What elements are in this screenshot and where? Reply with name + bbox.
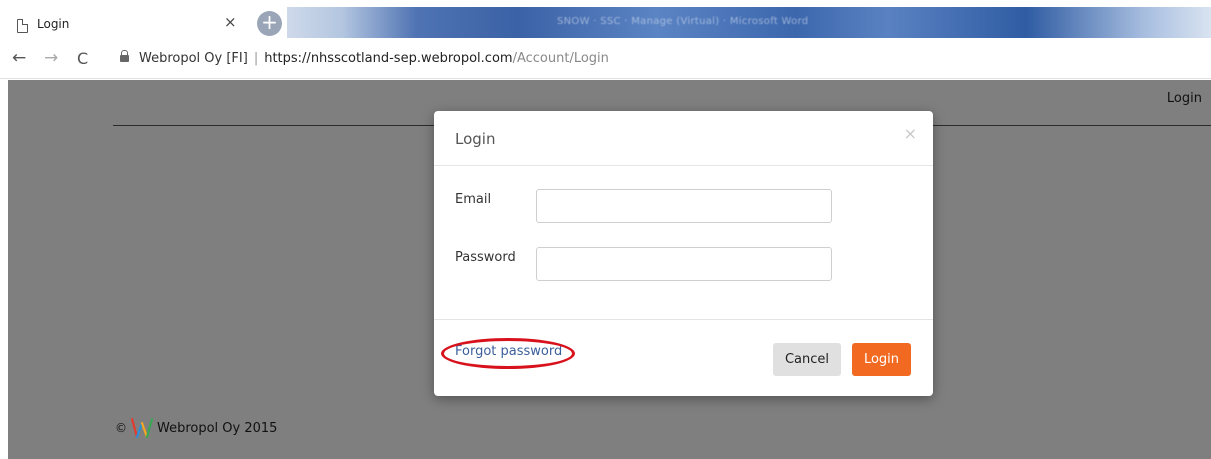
email-label: Email <box>455 192 492 207</box>
address-bar-url[interactable]: Webropol Oy [FI] | https://nhsscotland-sep… <box>139 51 609 66</box>
window-strip-text: SNOW · SSC · Manage (Virtual) · Microsof… <box>557 16 809 27</box>
password-row: Password <box>455 247 915 281</box>
tab-strip: Login × + SNOW · SSC · Manage (Virtual) … <box>0 0 1211 41</box>
lock-icon[interactable] <box>120 50 129 62</box>
url-separator: | <box>253 51 259 66</box>
modal-title: Login <box>455 130 496 148</box>
forgot-password-link[interactable]: Forgot password <box>455 344 562 359</box>
password-label: Password <box>455 250 516 265</box>
tab-title: Login <box>37 17 70 31</box>
url-path: /Account/Login <box>512 51 609 66</box>
forward-arrow-icon[interactable]: → <box>44 50 58 67</box>
login-modal: Login × Email Password Forgot password C… <box>434 111 933 396</box>
cancel-button[interactable]: Cancel <box>773 343 841 376</box>
reload-icon[interactable]: C <box>77 51 88 67</box>
url-host: https://nhsscotland-sep.webropol.com <box>264 51 513 66</box>
page-icon <box>17 19 28 33</box>
webropol-logo-icon <box>130 417 154 439</box>
password-field[interactable] <box>536 247 832 281</box>
login-button[interactable]: Login <box>852 343 911 376</box>
browser-toolbar: ← → C Webropol Oy [FI] | https://nhsscotla… <box>0 41 1211 79</box>
page-footer: © Webropol Oy 2015 <box>115 417 277 439</box>
close-tab-icon[interactable]: × <box>224 15 237 30</box>
footer-text: Webropol Oy 2015 <box>157 420 278 436</box>
background-window-strip: SNOW · SSC · Manage (Virtual) · Microsof… <box>287 7 1211 38</box>
modal-footer: Forgot password Cancel Login <box>434 319 933 396</box>
browser-tab-login[interactable]: Login × <box>0 6 250 41</box>
modal-header: Login × <box>434 111 933 166</box>
copyright-symbol: © <box>115 421 127 435</box>
back-arrow-icon[interactable]: ← <box>12 50 26 67</box>
email-field[interactable] <box>536 189 832 223</box>
site-identity: Webropol Oy [FI] <box>139 51 248 66</box>
navbar-login-link[interactable]: Login <box>1167 91 1202 106</box>
new-tab-button[interactable]: + <box>257 11 282 36</box>
close-icon[interactable]: × <box>904 126 917 142</box>
email-row: Email <box>455 189 915 223</box>
